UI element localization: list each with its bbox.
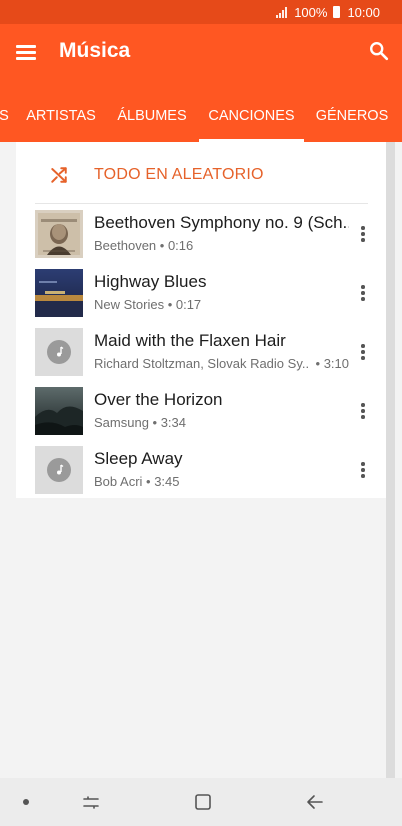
page-title: Música	[59, 39, 131, 62]
scrollbar[interactable]	[386, 142, 395, 778]
song-list: TODO EN ALEATORIO Beethoven Symphony no.…	[16, 142, 386, 498]
more-options-icon[interactable]	[360, 226, 366, 242]
app-bar: Música S ARTISTAS ÁLBUMES CANCIONES GÉNE…	[0, 24, 402, 142]
system-nav-bar	[0, 778, 402, 826]
shuffle-all-button[interactable]: TODO EN ALEATORIO	[16, 142, 386, 204]
song-artist: Beethoven	[94, 238, 157, 253]
tab-canciones[interactable]: CANCIONES	[199, 90, 304, 142]
shuffle-all-label: TODO EN ALEATORIO	[94, 166, 264, 183]
tab-label: CANCIONES	[208, 108, 295, 124]
song-row[interactable]: Maid with the Flaxen Hair Richard Stoltz…	[16, 325, 386, 384]
tab-label: ÁLBUMES	[117, 108, 187, 124]
album-art-highway	[35, 269, 83, 317]
song-subtitle: New Stories • 0:17	[94, 297, 202, 312]
song-row[interactable]: Beethoven Symphony no. 9 (Sch.. Beethove…	[16, 207, 386, 266]
search-icon[interactable]	[368, 40, 390, 62]
tab-generos[interactable]: GÉNEROS	[309, 90, 395, 142]
song-artist: Samsung	[94, 415, 149, 430]
battery-icon	[333, 6, 341, 18]
song-subtitle: Richard Stoltzman, Slovak Radio Sy.. • 3…	[94, 356, 349, 371]
recents-icon[interactable]	[82, 794, 100, 810]
song-row[interactable]: Over the Horizon Samsung • 3:34	[16, 384, 386, 443]
album-art-placeholder	[35, 328, 83, 376]
signal-icon	[276, 6, 290, 18]
song-title: Beethoven Symphony no. 9 (Sch..	[94, 213, 349, 232]
song-title: Highway Blues	[94, 272, 207, 291]
album-art-beethoven	[35, 210, 83, 258]
menu-icon[interactable]	[16, 42, 38, 62]
divider	[35, 203, 368, 204]
album-art-horizon	[35, 387, 83, 435]
more-options-icon[interactable]	[360, 462, 366, 478]
music-note-icon	[47, 340, 71, 364]
tab-artistas[interactable]: ARTISTAS	[19, 90, 103, 142]
song-title: Sleep Away	[94, 449, 183, 468]
album-art-placeholder	[35, 446, 83, 494]
song-duration: 0:16	[167, 238, 194, 253]
tab-label: ARTISTAS	[26, 108, 96, 124]
more-options-icon[interactable]	[360, 285, 366, 301]
song-subtitle: Samsung • 3:34	[94, 415, 187, 430]
song-title: Over the Horizon	[94, 390, 223, 409]
song-row[interactable]: Sleep Away Bob Acri • 3:45	[16, 443, 386, 502]
tab-partial[interactable]: S	[0, 90, 16, 142]
battery-percent: 100%	[294, 4, 328, 20]
more-options-icon[interactable]	[360, 403, 366, 419]
song-artist: Bob Acri	[94, 474, 143, 489]
song-duration: 3:10	[323, 356, 349, 371]
song-artist: Richard Stoltzman, Slovak Radio Sy..	[94, 356, 310, 371]
song-subtitle: Beethoven • 0:16	[94, 238, 194, 253]
song-row[interactable]: Highway Blues New Stories • 0:17	[16, 266, 386, 325]
status-bar: 100% 10:00	[0, 0, 402, 24]
clock: 10:00	[347, 4, 380, 20]
home-icon[interactable]	[194, 793, 212, 811]
song-duration: 3:45	[154, 474, 180, 489]
song-duration: 0:17	[175, 297, 202, 312]
song-artist: New Stories	[94, 297, 165, 312]
song-subtitle: Bob Acri • 3:45	[94, 474, 180, 489]
tab-label: GÉNEROS	[315, 108, 389, 124]
tab-label: S	[0, 108, 9, 124]
more-options-icon[interactable]	[360, 344, 366, 360]
tab-albumes[interactable]: ÁLBUMES	[110, 90, 194, 142]
dot-icon[interactable]	[22, 798, 30, 806]
song-duration: 3:34	[160, 415, 187, 430]
shuffle-icon	[51, 167, 67, 183]
back-icon[interactable]	[306, 793, 324, 811]
music-note-icon	[47, 458, 71, 482]
tab-bar: S ARTISTAS ÁLBUMES CANCIONES GÉNEROS	[0, 90, 402, 142]
song-title: Maid with the Flaxen Hair	[94, 331, 286, 350]
